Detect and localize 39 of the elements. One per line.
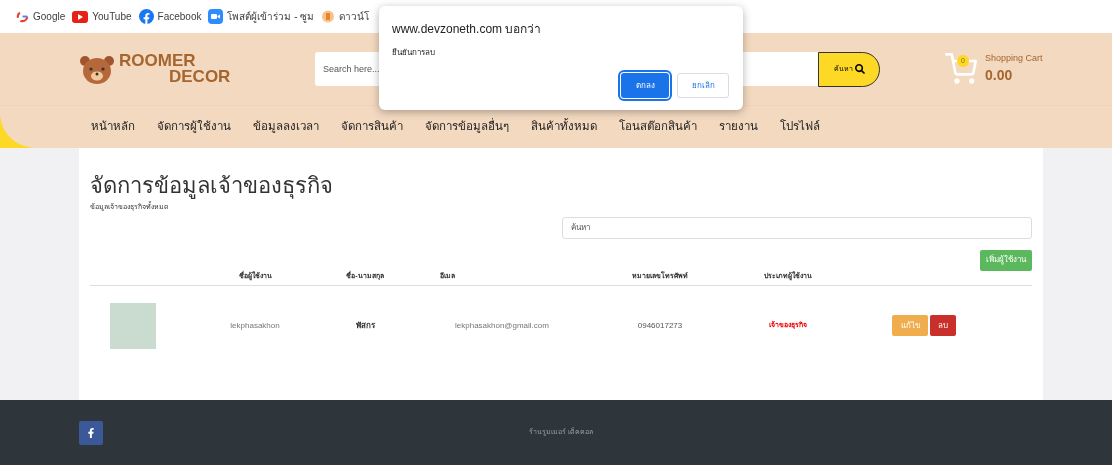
cancel-button[interactable]: ยกเลิก: [677, 73, 729, 98]
logo-text: ROOMER: [119, 53, 197, 69]
page-title: จัดการข้อมูลเจ้าของธุรกิจ: [90, 172, 334, 200]
table-cell-text: 0946017273: [636, 319, 684, 332]
bookmark-link[interactable]: YouTube: [92, 9, 132, 24]
nav-link[interactable]: จัดการผู้ใช้งาน: [157, 118, 231, 136]
play-icon: [72, 10, 89, 23]
nav-link[interactable]: หน้าหลัก: [91, 118, 135, 136]
logo-text: DECOR: [168, 69, 231, 85]
nav-link[interactable]: ข้อมูลลงเวลา: [253, 118, 319, 136]
table-cell-text: lekphasakhon@gmail.com: [454, 319, 550, 332]
dialog-title: www.devzoneth.com บอกว่า: [392, 21, 543, 38]
search-field[interactable]: ค้นหา: [562, 216, 1032, 239]
delete-button[interactable]: ลบ: [930, 315, 956, 336]
facebook-button[interactable]: [79, 420, 103, 445]
avatar-placeholder: [110, 302, 156, 349]
bookmark-link[interactable]: ดาวน์โ: [339, 9, 370, 24]
nav-link[interactable]: รายงาน: [719, 118, 758, 136]
page-icon: [321, 9, 336, 24]
nav-link[interactable]: โอนสต๊อกสินค้า: [619, 118, 697, 136]
bookmark-link[interactable]: โพสต์ผู้เข้าร่วม - ซูม: [227, 9, 315, 24]
table-cell-text: lekphasakhon: [229, 319, 281, 332]
table-cell-text: พัสกร: [354, 319, 376, 332]
ok-button[interactable]: ตกลง: [621, 73, 669, 98]
nav-link[interactable]: สินค้าทั้งหมด: [531, 118, 597, 136]
facebook-icon: [86, 427, 96, 438]
video-camera-icon: [208, 9, 224, 24]
bear-icon: [79, 53, 115, 85]
cart-total: 0.00: [985, 66, 1014, 86]
nav-link[interactable]: โปรไฟล์: [780, 118, 820, 136]
bookmark-link[interactable]: Google: [33, 9, 66, 24]
cart-label: Shopping Cart: [985, 51, 1043, 65]
search-icon: [854, 64, 865, 74]
nav-link[interactable]: จัดการสินค้า: [341, 118, 403, 136]
facebook-icon: [138, 9, 154, 24]
bookmark-link[interactable]: Facebook: [157, 9, 202, 24]
corner-curve: [0, 116, 34, 148]
nav-link[interactable]: จัดการข้อมูลอื่นๆ: [425, 118, 509, 136]
dialog-message: ยืนยันการลบ: [392, 47, 436, 59]
